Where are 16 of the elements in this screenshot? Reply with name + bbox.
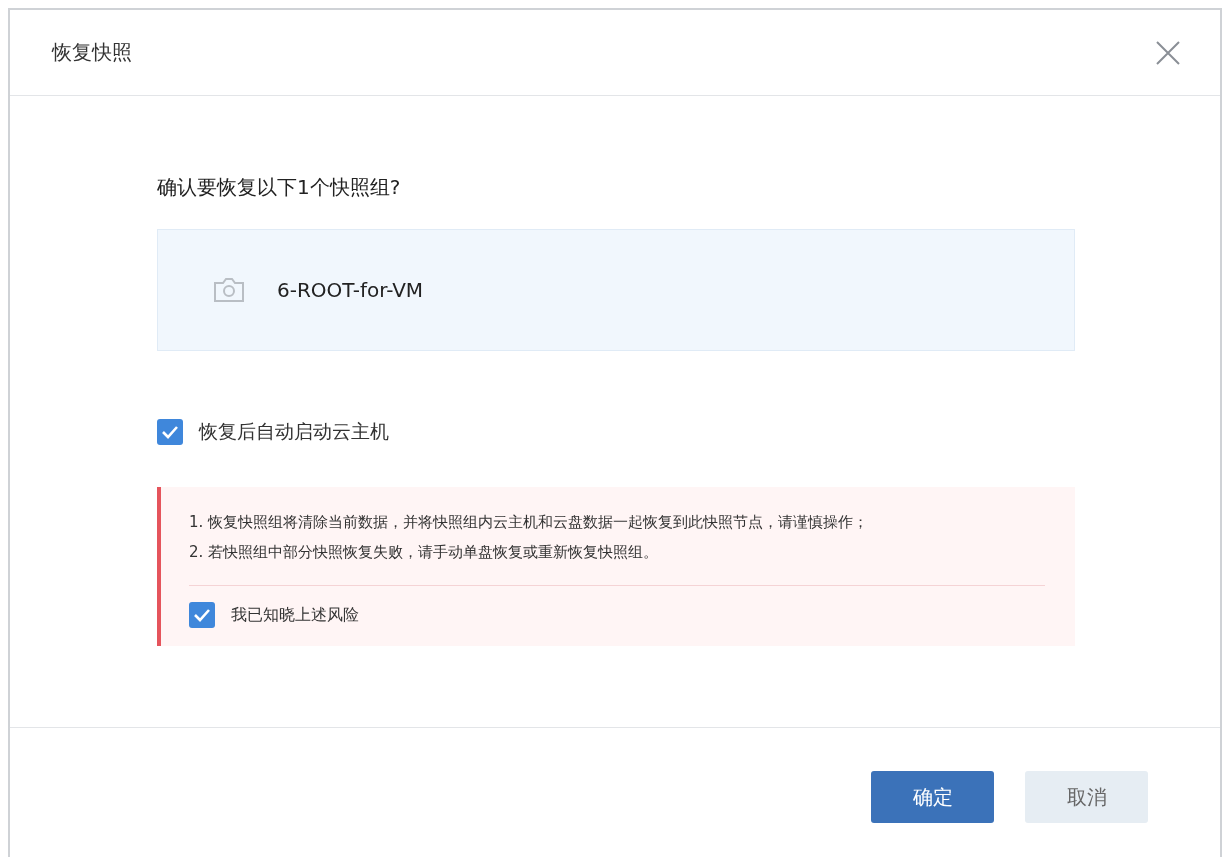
snapshot-name: 6-ROOT-for-VM [277, 278, 424, 302]
checkmark-icon [161, 425, 179, 439]
close-button[interactable] [1154, 38, 1182, 67]
warning-text: 1. 恢复快照组将清除当前数据，并将快照组内云主机和云盘数据一起恢复到此快照节点，请谨慎操作； [189, 512, 870, 533]
camera-icon [213, 277, 245, 303]
cancel-button[interactable]: 取消 [1025, 771, 1148, 823]
checkbox[interactable] [189, 602, 215, 628]
checkmark-icon [193, 608, 211, 622]
checkbox-label: 恢复后自动启动云主机 [199, 419, 389, 444]
confirm-button[interactable]: 确定 [871, 771, 994, 823]
confirm-question: 确认要恢复以下1个快照组? [157, 174, 402, 201]
dialog-title: 恢复快照 [52, 39, 132, 66]
warning-text: 2. 若快照组中部分快照恢复失败，请手动单盘恢复或重新恢复快照组。 [189, 542, 660, 563]
checkbox-label: 我已知晓上述风险 [231, 604, 359, 626]
checkbox[interactable] [157, 419, 183, 445]
close-icon [1154, 38, 1182, 67]
